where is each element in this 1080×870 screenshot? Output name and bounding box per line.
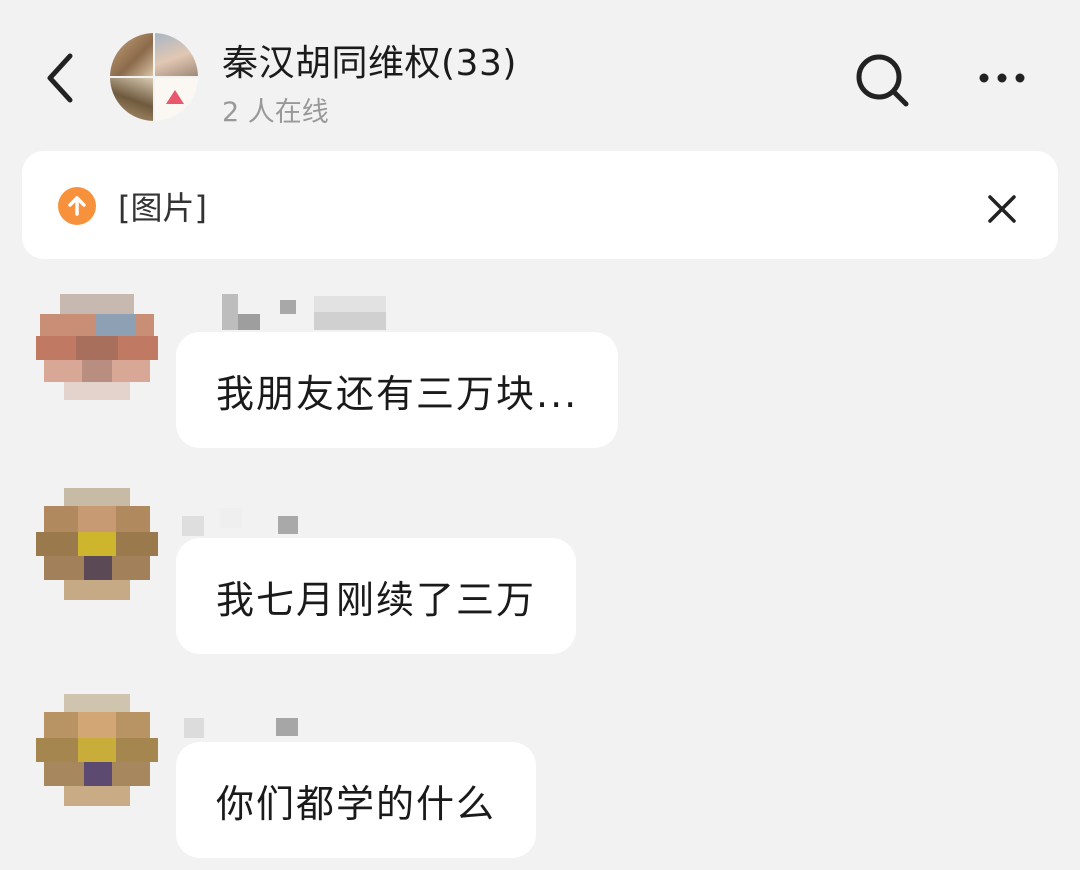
more-dots-icon [979,73,1025,83]
pinned-message-text: [图片] [118,189,207,227]
search-icon [856,54,909,107]
message-bubble[interactable]: 我七月刚续了三万 [176,538,577,654]
sender-name-blurred [222,294,386,330]
group-avatar[interactable] [110,33,198,121]
more-button[interactable] [972,58,1032,98]
message-bubble[interactable]: 我朋友还有三万块... [176,332,619,448]
avatar-blurred[interactable] [36,286,158,408]
chevron-left-icon [47,53,73,103]
avatar-blurred[interactable] [36,690,158,812]
message-bubble[interactable]: 你们都学的什么 [176,742,537,858]
close-pinned-button[interactable] [980,187,1024,231]
back-button[interactable] [38,48,86,108]
search-button[interactable] [852,50,912,110]
chat-header: 秦汉胡同维权(33) 2 人在线 [0,0,1080,150]
pinned-arrow-icon [58,187,96,225]
chat-title: 秦汉胡同维权(33) [222,43,517,84]
close-icon [988,195,1016,223]
pinned-message-bar[interactable]: [图片] [22,151,1058,259]
avatar-blurred[interactable] [36,484,158,606]
online-status: 2 人在线 [222,97,329,128]
